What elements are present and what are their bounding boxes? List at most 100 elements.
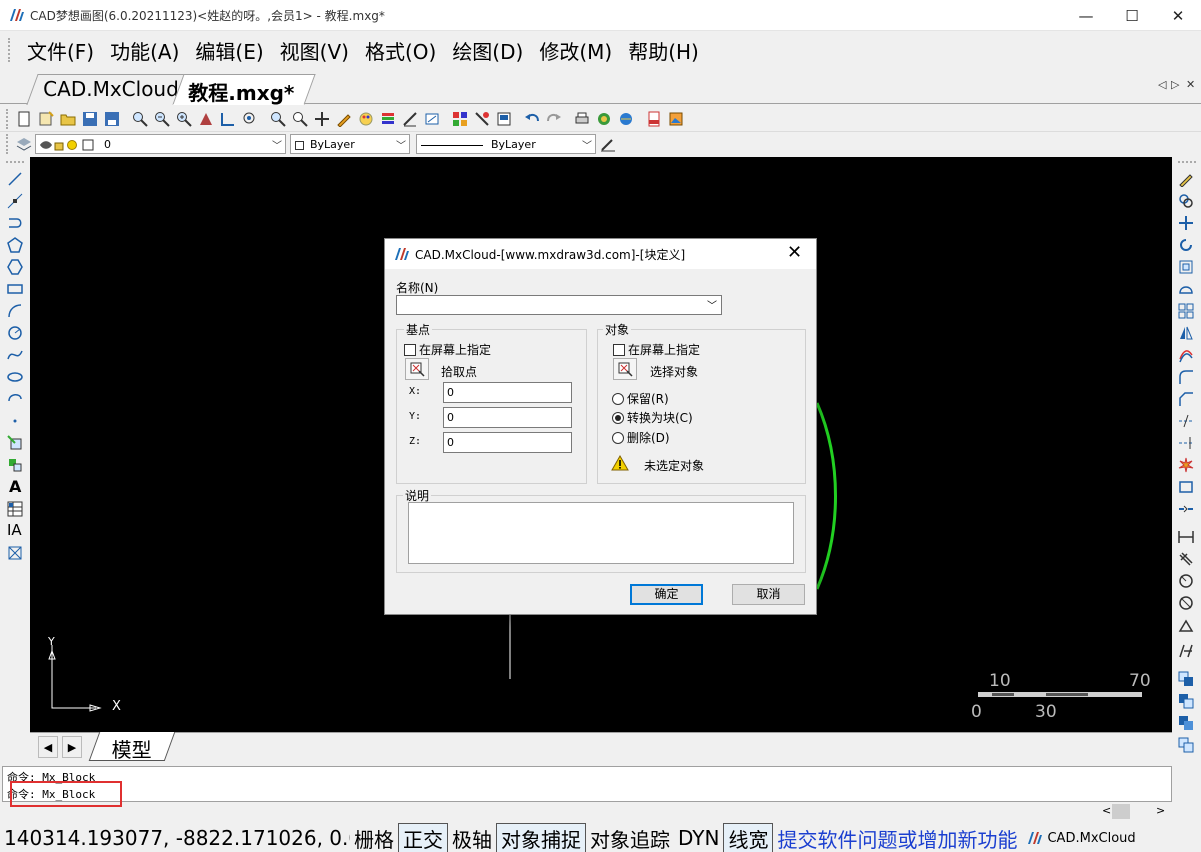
print-preview-icon[interactable] bbox=[496, 111, 512, 127]
image-export-icon[interactable] bbox=[668, 111, 684, 127]
status-osnap-toggle[interactable]: 对象捕捉 bbox=[496, 822, 586, 852]
horizontal-scrollbar[interactable]: < > bbox=[1098, 802, 1170, 822]
table-tool-icon[interactable] bbox=[7, 501, 23, 517]
layer-up-icon[interactable] bbox=[1178, 671, 1194, 687]
close-window-button[interactable]: ✕ bbox=[1155, 0, 1201, 31]
hatch-tool-icon[interactable] bbox=[7, 545, 23, 561]
minimize-button[interactable]: — bbox=[1063, 0, 1109, 31]
tab-cad-mxcloud[interactable]: CAD.MxCloud bbox=[26, 74, 188, 105]
status-grid-toggle[interactable]: 栅格 bbox=[350, 824, 398, 852]
zoom-window-icon[interactable] bbox=[132, 111, 148, 127]
dialog-close-button[interactable]: ✕ bbox=[787, 242, 802, 263]
join-tool-icon[interactable] bbox=[1178, 501, 1194, 517]
menu-modify[interactable]: 修改(M) bbox=[531, 36, 620, 65]
base-x-input[interactable]: 0 bbox=[443, 382, 572, 403]
zoom-in-icon[interactable] bbox=[176, 111, 192, 127]
chamfer-tool-icon[interactable] bbox=[1178, 391, 1194, 407]
status-dyn-toggle[interactable]: DYN bbox=[674, 826, 723, 850]
spline-tool-icon[interactable] bbox=[7, 347, 23, 363]
undo-icon[interactable] bbox=[524, 111, 540, 127]
layer-manager-icon[interactable] bbox=[16, 136, 32, 152]
tab-close-icon[interactable]: ✕ bbox=[1186, 78, 1195, 91]
array-tool-icon[interactable] bbox=[1178, 303, 1194, 319]
zoom-previous-icon[interactable] bbox=[292, 111, 308, 127]
rotate-tool-icon[interactable] bbox=[1178, 237, 1194, 253]
layout-next-button[interactable]: ▶ bbox=[62, 736, 82, 758]
explode-tool-icon[interactable] bbox=[1178, 457, 1194, 473]
baseline-dimension-icon[interactable] bbox=[1178, 643, 1194, 659]
polygon-tool-icon[interactable] bbox=[7, 237, 23, 253]
status-lineweight-toggle[interactable]: 线宽 bbox=[723, 822, 774, 852]
radius-dimension-icon[interactable] bbox=[1178, 573, 1194, 589]
linear-dimension-icon[interactable] bbox=[1178, 529, 1194, 545]
menu-help[interactable]: 帮助(H) bbox=[620, 36, 707, 65]
scroll-thumb[interactable] bbox=[1112, 804, 1130, 819]
cancel-button[interactable]: 取消 bbox=[732, 584, 805, 605]
layer-stack-icon[interactable] bbox=[380, 111, 396, 127]
point-tool-icon[interactable] bbox=[7, 413, 23, 429]
mirror-tool-icon[interactable] bbox=[1178, 325, 1194, 341]
move-icon[interactable] bbox=[314, 111, 330, 127]
copy-tool-icon[interactable] bbox=[1178, 193, 1194, 209]
block-icon[interactable] bbox=[452, 111, 468, 127]
menu-draw[interactable]: 绘图(D) bbox=[444, 36, 531, 65]
menu-format[interactable]: 格式(O) bbox=[357, 36, 444, 65]
save-as-icon[interactable] bbox=[104, 111, 120, 127]
delete-radio[interactable]: 删除(D) bbox=[612, 429, 670, 446]
move-tool-icon[interactable] bbox=[1178, 215, 1194, 231]
hexagon-tool-icon[interactable] bbox=[7, 259, 23, 275]
insert-block-tool-icon[interactable] bbox=[7, 435, 23, 451]
mtext-tool-icon[interactable]: IA bbox=[7, 521, 22, 539]
erase-tool-icon[interactable] bbox=[1178, 171, 1194, 187]
menu-function[interactable]: 功能(A) bbox=[102, 36, 187, 65]
zoom-out-icon[interactable] bbox=[154, 111, 170, 127]
render-icon[interactable] bbox=[596, 111, 612, 127]
realtime-zoom-icon[interactable] bbox=[270, 111, 286, 127]
menu-file[interactable]: 文件(F) bbox=[19, 36, 102, 65]
tab-tutorial-drawing[interactable]: 教程.mxg* bbox=[172, 74, 316, 105]
circle-tool-icon[interactable] bbox=[7, 325, 23, 341]
angular-dimension-icon[interactable] bbox=[1178, 617, 1194, 633]
open-file-icon[interactable] bbox=[38, 111, 54, 127]
pencil-icon[interactable] bbox=[336, 111, 352, 127]
palette-icon[interactable] bbox=[358, 111, 374, 127]
layer-down-icon[interactable] bbox=[1178, 693, 1194, 709]
insert-block-icon[interactable] bbox=[474, 111, 490, 127]
line-tool-icon[interactable] bbox=[7, 171, 23, 187]
color-combo[interactable]: ByLayer ﹀ bbox=[290, 134, 410, 154]
tab-prev-icon[interactable]: ◁ bbox=[1158, 78, 1166, 91]
offset-tool-icon[interactable] bbox=[1178, 347, 1194, 363]
break-tool-icon[interactable] bbox=[1178, 479, 1194, 495]
ellipse-arc-tool-icon[interactable] bbox=[7, 391, 23, 407]
pdf-icon[interactable] bbox=[646, 111, 662, 127]
maximize-button[interactable]: ☐ bbox=[1109, 0, 1155, 31]
status-polar-toggle[interactable]: 极轴 bbox=[448, 824, 496, 852]
save-icon[interactable] bbox=[82, 111, 98, 127]
diameter-dimension-icon[interactable] bbox=[1178, 595, 1194, 611]
pick-point-button[interactable] bbox=[405, 358, 429, 380]
linetype-combo[interactable]: ByLayer ﹀ bbox=[416, 134, 596, 154]
arc-tool-icon[interactable] bbox=[7, 303, 23, 319]
feedback-link[interactable]: 提交软件问题或增加新功能 bbox=[773, 824, 1021, 852]
scroll-right-icon[interactable]: > bbox=[1156, 804, 1165, 817]
menu-view[interactable]: 视图(V) bbox=[272, 36, 357, 65]
base-on-screen-checkbox[interactable]: 在屏幕上指定 bbox=[404, 341, 491, 358]
match-properties-icon[interactable] bbox=[600, 136, 616, 152]
xline-tool-icon[interactable] bbox=[7, 193, 23, 209]
send-back-icon[interactable] bbox=[1178, 737, 1194, 753]
fillet-tool-icon[interactable] bbox=[1178, 369, 1194, 385]
trim-tool-icon[interactable] bbox=[1178, 413, 1194, 429]
open-folder-icon[interactable] bbox=[60, 111, 76, 127]
ellipse-tool-icon[interactable] bbox=[7, 369, 23, 385]
aligned-dimension-icon[interactable] bbox=[1178, 551, 1194, 567]
make-block-tool-icon[interactable] bbox=[7, 457, 23, 473]
redo-icon[interactable] bbox=[546, 111, 562, 127]
tab-next-icon[interactable]: ▷ bbox=[1171, 78, 1179, 91]
globe-icon[interactable] bbox=[618, 111, 634, 127]
rectangle-tool-icon[interactable] bbox=[7, 281, 23, 297]
status-ortho-toggle[interactable]: 正交 bbox=[398, 822, 448, 852]
stretch-tool-icon[interactable] bbox=[1178, 281, 1194, 297]
print-icon[interactable] bbox=[574, 111, 590, 127]
status-otrack-toggle[interactable]: 对象追踪 bbox=[586, 824, 674, 852]
layer-combo[interactable]: 0 ﹀ bbox=[35, 134, 286, 154]
